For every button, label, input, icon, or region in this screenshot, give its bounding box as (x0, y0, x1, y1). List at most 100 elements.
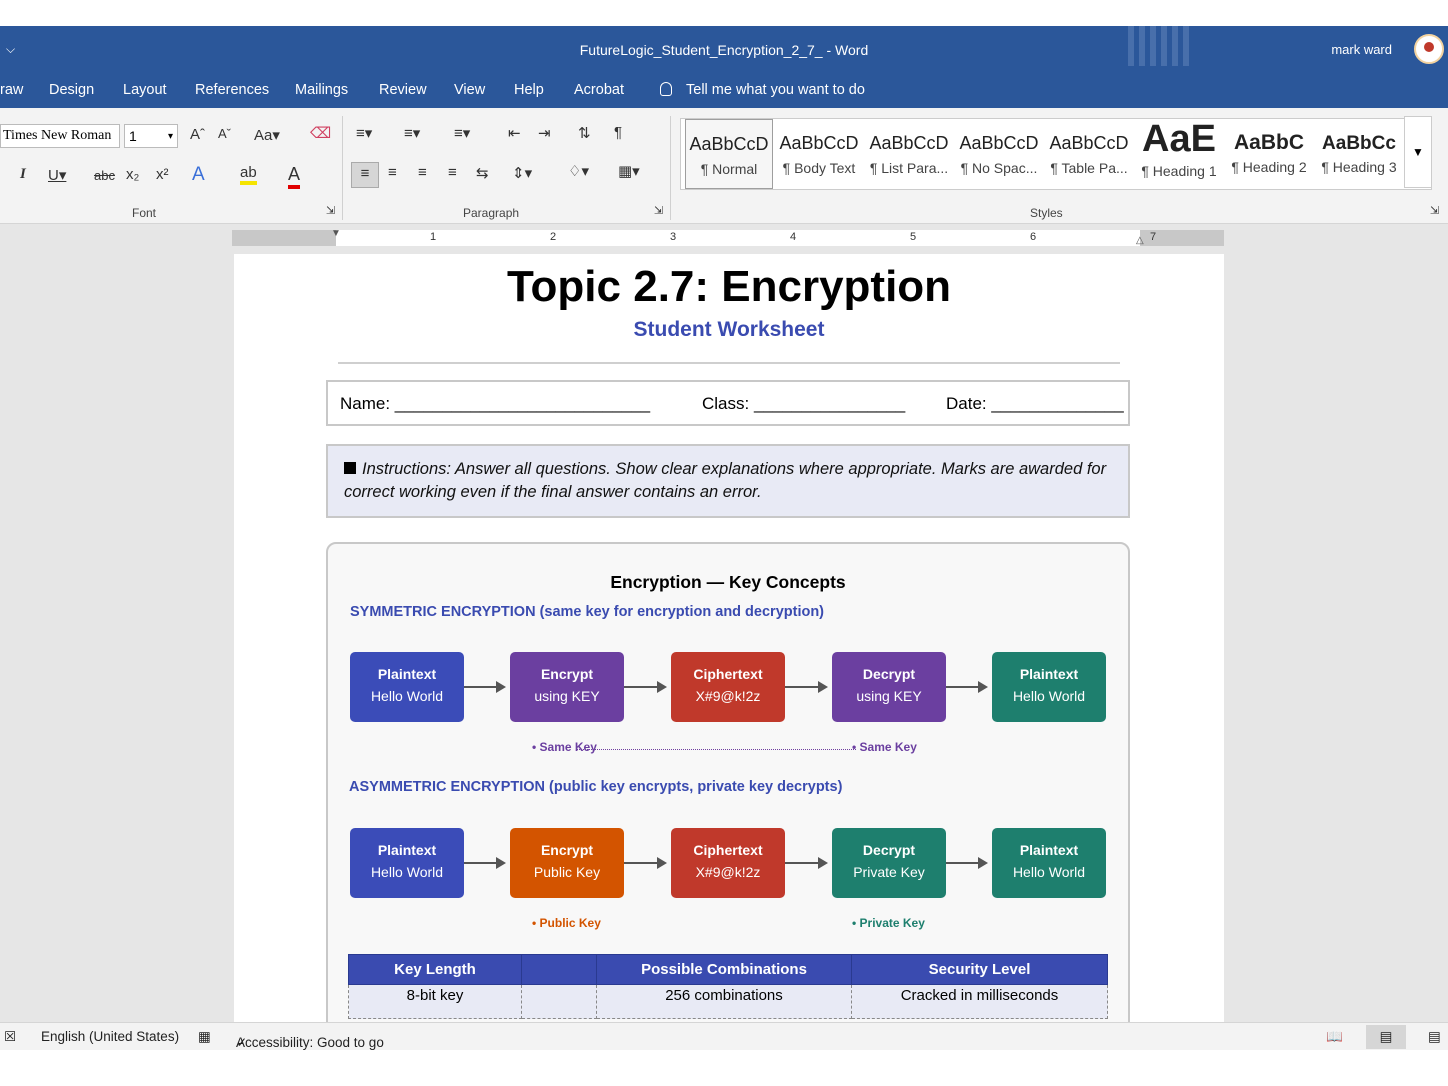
arrow-right-icon (785, 857, 828, 869)
style-body-text[interactable]: AaBbCcD ¶ Body Text (775, 119, 863, 189)
highlight-icon[interactable]: ab (240, 164, 257, 185)
print-layout-icon[interactable]: ▤ (1366, 1025, 1406, 1049)
justify-icon[interactable]: ≡ (448, 164, 457, 181)
shrink-font-icon[interactable]: Aˇ (218, 126, 231, 141)
tab-references[interactable]: References (195, 82, 269, 98)
asymmetric-box-3: Ciphertext X#9@k!2z (671, 828, 785, 898)
read-mode-icon[interactable]: 📖 (1326, 1029, 1343, 1045)
arrow-right-icon (946, 857, 988, 869)
multilevel-list-icon[interactable]: ≡▾ (454, 124, 470, 142)
key-length-table: Key Length Possible Combinations Securit… (348, 954, 1108, 1019)
table-header: Security Level (851, 954, 1108, 985)
styles-dialog-launcher-icon[interactable]: ⇲ (1430, 204, 1439, 217)
tab-layout[interactable]: Layout (123, 82, 167, 98)
horizontal-ruler[interactable]: 1 2 3 4 5 6 7 ▼ △ (232, 228, 1224, 246)
grow-font-icon[interactable]: Aˆ (190, 126, 205, 143)
paragraph-dialog-launcher-icon[interactable]: ⇲ (654, 204, 663, 217)
subscript-icon[interactable]: x₂ (126, 166, 139, 183)
tell-me-text: Tell me what you want to do (686, 82, 865, 98)
symmetric-box-title: Plaintext (377, 666, 437, 682)
symmetric-box-4: Decrypt using KEY (832, 652, 946, 722)
shading-icon[interactable]: ♢▾ (568, 162, 589, 180)
symmetric-box-5: Plaintext Hello World (992, 652, 1106, 722)
italic-icon[interactable]: I (20, 166, 26, 183)
ribbon-separator (670, 116, 671, 220)
table-cell (521, 984, 597, 1019)
tab-mailings[interactable]: Mailings (295, 82, 348, 98)
tab-draw[interactable]: raw (0, 82, 23, 98)
tab-review[interactable]: Review (379, 82, 427, 98)
sort-icon[interactable]: ⇅ (578, 124, 591, 142)
symmetric-box-title: Decrypt (862, 666, 916, 682)
square-bullet-icon (344, 462, 356, 474)
table-row: 8-bit key 256 combinations Cracked in mi… (348, 984, 1108, 1019)
user-name[interactable]: mark ward (1331, 42, 1392, 57)
tab-view[interactable]: View (454, 82, 485, 98)
symmetric-box-2: Encrypt using KEY (510, 652, 624, 722)
style-heading-3[interactable]: AaBbCc ¶ Heading 3 (1315, 119, 1403, 189)
styles-more-button[interactable]: ▼ (1404, 116, 1432, 188)
asymmetric-box-4: Decrypt Private Key (832, 828, 946, 898)
font-name-box[interactable]: Times New Roman (0, 124, 120, 148)
align-left-icon[interactable]: ≡ (351, 162, 379, 188)
align-center-icon[interactable]: ≡ (388, 164, 397, 181)
ltr-direction-icon[interactable]: ⇆ (476, 164, 489, 182)
strikethrough-icon[interactable]: abc (94, 168, 115, 183)
bullets-icon[interactable]: ≡▾ (356, 124, 372, 142)
chevron-down-icon: ▼ (1412, 145, 1424, 159)
font-color-icon[interactable]: A (288, 164, 301, 189)
style-list-paragraph[interactable]: AaBbCcD ¶ List Para... (865, 119, 953, 189)
table-header-row: Key Length Possible Combinations Securit… (348, 954, 1108, 985)
line-spacing-icon[interactable]: ⇕▾ (512, 164, 532, 182)
style-heading-2[interactable]: AaBbC ¶ Heading 2 (1225, 119, 1313, 189)
style-heading-1[interactable]: AaE ¶ Heading 1 (1135, 119, 1223, 189)
asymmetric-box-title: Plaintext (377, 842, 437, 858)
show-formatting-icon[interactable]: ¶ (614, 124, 622, 141)
increase-indent-icon[interactable]: ⇥ (538, 124, 551, 142)
right-indent-marker-icon[interactable]: △ (1136, 235, 1144, 246)
style-normal[interactable]: AaBbCcD ¶ Normal (685, 119, 773, 189)
change-case-icon[interactable]: Aa▾ (254, 126, 280, 144)
text-effects-icon[interactable]: A (192, 164, 205, 186)
avatar[interactable] (1414, 34, 1444, 64)
align-right-icon[interactable]: ≡ (418, 164, 427, 181)
language-status[interactable]: English (United States) (41, 1029, 179, 1044)
page-subtitle: Student Worksheet (633, 318, 825, 341)
arrow-right-icon (946, 681, 988, 693)
document-page[interactable]: Topic 2.7: Encryption Student Worksheet … (234, 254, 1224, 1022)
asymmetric-box-title: Encrypt (540, 842, 594, 858)
clear-formatting-icon[interactable]: ⌫ (310, 124, 331, 142)
asymmetric-box-title: Plaintext (1019, 842, 1079, 858)
symmetric-box-title: Ciphertext (693, 666, 763, 682)
arrow-right-icon (464, 681, 506, 693)
document-canvas[interactable]: 1 2 3 4 5 6 7 ▼ △ Topic 2.7: Encryption … (0, 224, 1448, 1022)
table-cell: 256 combinations (596, 984, 852, 1019)
symmetric-box-detail: using KEY (856, 688, 922, 704)
table-header (521, 954, 597, 985)
asymmetric-box-detail: Public Key (533, 864, 601, 880)
underline-icon[interactable]: U▾ (48, 166, 66, 184)
borders-icon[interactable]: ▦▾ (618, 162, 640, 180)
asymmetric-box-title: Decrypt (862, 842, 916, 858)
decrease-indent-icon[interactable]: ⇤ (508, 124, 521, 142)
tab-help[interactable]: Help (514, 82, 544, 98)
macro-icon[interactable]: ▦ (198, 1029, 211, 1045)
arrow-right-icon (785, 681, 828, 693)
tab-acrobat[interactable]: Acrobat (574, 82, 624, 98)
group-label-paragraph: Paragraph (463, 206, 520, 220)
proofing-icon[interactable]: ☒ (4, 1029, 16, 1045)
numbering-icon[interactable]: ≡▾ (404, 124, 420, 142)
screen-top-margin (0, 0, 1448, 26)
style-no-spacing[interactable]: AaBbCcD ¶ No Spac... (955, 119, 1043, 189)
font-size-value: 1 (129, 128, 137, 144)
font-dialog-launcher-icon[interactable]: ⇲ (326, 204, 335, 217)
same-key-label-left: • Same Key (532, 740, 597, 754)
superscript-icon[interactable]: x² (156, 166, 169, 183)
tell-me-search[interactable]: Tell me what you want to do (660, 82, 865, 98)
private-key-label: • Private Key (852, 916, 925, 930)
style-table-paragraph[interactable]: AaBbCcD ¶ Table Pa... (1045, 119, 1133, 189)
tab-design[interactable]: Design (49, 82, 94, 98)
web-layout-icon[interactable]: ▤ (1428, 1029, 1441, 1045)
indent-marker-icon[interactable]: ▼ (331, 228, 341, 239)
font-size-box[interactable]: 1 ▾ (124, 124, 178, 148)
